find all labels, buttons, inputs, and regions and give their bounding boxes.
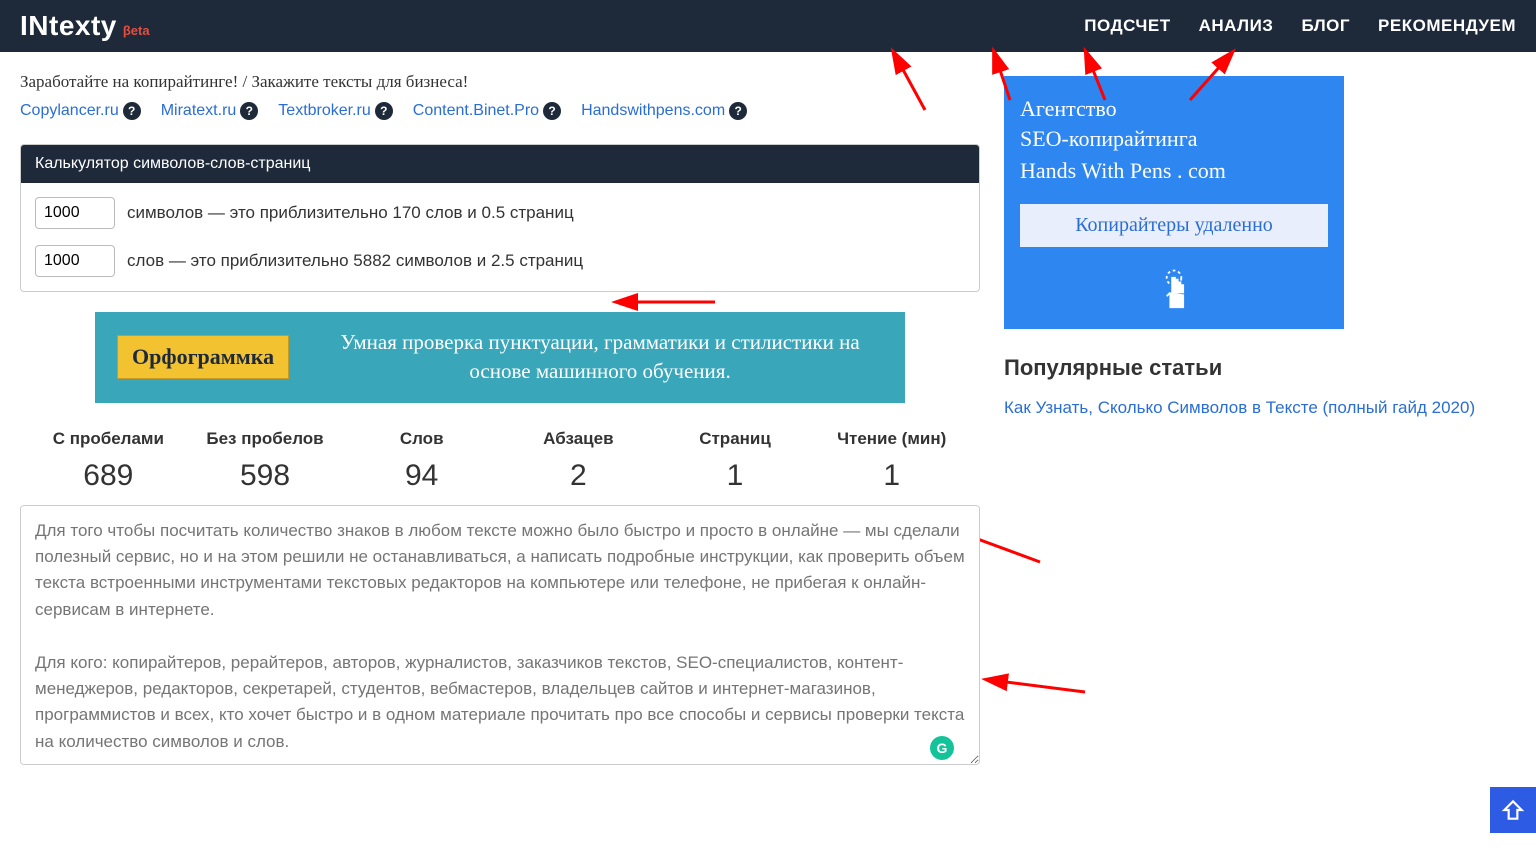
affiliate-link[interactable]: Content.Binet.Pro xyxy=(413,102,539,120)
stat-value: 689 xyxy=(30,459,187,493)
stat-value: 94 xyxy=(343,459,500,493)
stat-value: 1 xyxy=(657,459,814,493)
chars-input[interactable] xyxy=(35,197,115,229)
hands-banner-line3: Hands With Pens . com xyxy=(1020,158,1328,184)
affiliate-link-item: Handswithpens.com ? xyxy=(581,102,747,120)
logo: INtexty xyxy=(20,10,117,42)
text-input[interactable] xyxy=(20,505,980,765)
affiliate-link-item: Copylancer.ru ? xyxy=(20,102,141,120)
tagline: Заработайте на копирайтинге! / Закажите … xyxy=(20,72,980,92)
calculator-panel: Калькулятор символов-слов-страниц символ… xyxy=(20,144,980,292)
stat-with-spaces: С пробелами 689 xyxy=(30,429,187,493)
stat-value: 1 xyxy=(813,459,970,493)
affiliate-link-item: Content.Binet.Pro ? xyxy=(413,102,561,120)
orfogrammka-text: Умная проверка пунктуации, грамматики и … xyxy=(317,328,883,387)
help-icon[interactable]: ? xyxy=(543,102,561,120)
affiliate-link[interactable]: Handswithpens.com xyxy=(581,102,725,120)
hands-banner-line2: SEO-копирайтинга xyxy=(1020,126,1328,152)
stat-pages: Страниц 1 xyxy=(657,429,814,493)
affiliate-links: Copylancer.ru ? Miratext.ru ? Textbroker… xyxy=(20,102,980,120)
nav-analysis[interactable]: АНАЛИЗ xyxy=(1199,16,1274,36)
calc-row-words: слов — это приблизительно 5882 символов … xyxy=(35,245,965,277)
help-icon[interactable]: ? xyxy=(375,102,393,120)
help-icon[interactable]: ? xyxy=(240,102,258,120)
stat-label: Без пробелов xyxy=(187,429,344,449)
stat-value: 2 xyxy=(500,459,657,493)
nav-count[interactable]: ПОДСЧЕТ xyxy=(1084,16,1170,36)
popular-title: Популярные статьи xyxy=(1004,355,1516,381)
hands-banner[interactable]: Агентство SEO-копирайтинга Hands With Pe… xyxy=(1004,76,1344,329)
stat-words: Слов 94 xyxy=(343,429,500,493)
hands-banner-line1: Агентство xyxy=(1020,96,1328,122)
stat-label: Слов xyxy=(343,429,500,449)
affiliate-link-item: Miratext.ru ? xyxy=(161,102,259,120)
help-icon[interactable]: ? xyxy=(729,102,747,120)
words-input[interactable] xyxy=(35,245,115,277)
popular-link[interactable]: Как Узнать, Сколько Символов в Тексте (п… xyxy=(1004,398,1475,417)
grammarly-icon[interactable]: G xyxy=(930,736,954,760)
hands-banner-button[interactable]: Копирайтеры удаленно xyxy=(1020,204,1328,247)
pointer-icon xyxy=(1020,265,1328,309)
stat-label: Страниц xyxy=(657,429,814,449)
stat-paragraphs: Абзацев 2 xyxy=(500,429,657,493)
calculator-title: Калькулятор символов-слов-страниц xyxy=(21,145,979,183)
affiliate-link-item: Textbroker.ru ? xyxy=(278,102,392,120)
stat-label: С пробелами xyxy=(30,429,187,449)
calc-row-chars: символов — это приблизительно 170 слов и… xyxy=(35,197,965,229)
stats-row: С пробелами 689 Без пробелов 598 Слов 94… xyxy=(20,429,980,493)
chars-result: символов — это приблизительно 170 слов и… xyxy=(127,203,574,223)
affiliate-link[interactable]: Miratext.ru xyxy=(161,102,237,120)
words-result: слов — это приблизительно 5882 символов … xyxy=(127,251,583,271)
stat-without-spaces: Без пробелов 598 xyxy=(187,429,344,493)
stat-label: Чтение (мин) xyxy=(813,429,970,449)
logo-wrap[interactable]: INtexty βeta xyxy=(20,10,150,42)
main-nav: ПОДСЧЕТ АНАЛИЗ БЛОГ РЕКОМЕНДУЕМ xyxy=(1084,16,1516,36)
help-icon[interactable]: ? xyxy=(123,102,141,120)
affiliate-link[interactable]: Textbroker.ru xyxy=(278,102,370,120)
beta-label: βeta xyxy=(123,23,150,38)
stat-label: Абзацев xyxy=(500,429,657,449)
stat-reading: Чтение (мин) 1 xyxy=(813,429,970,493)
stat-value: 598 xyxy=(187,459,344,493)
nav-recommend[interactable]: РЕКОМЕНДУЕМ xyxy=(1378,16,1516,36)
affiliate-link[interactable]: Copylancer.ru xyxy=(20,102,119,120)
orfogrammka-banner[interactable]: Орфограммка Умная проверка пунктуации, г… xyxy=(95,312,905,403)
nav-blog[interactable]: БЛОГ xyxy=(1301,16,1350,36)
header: INtexty βeta ПОДСЧЕТ АНАЛИЗ БЛОГ РЕКОМЕН… xyxy=(0,0,1536,52)
scroll-top-button[interactable] xyxy=(1490,787,1536,833)
orfogrammka-chip: Орфограммка xyxy=(117,335,289,379)
arrow-up-icon xyxy=(1500,797,1526,823)
